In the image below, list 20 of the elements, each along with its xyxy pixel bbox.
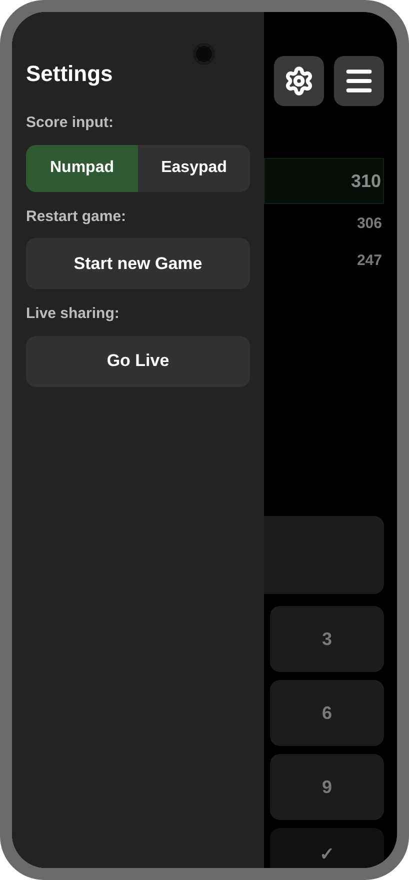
section-label: Restart game: — [26, 206, 128, 226]
settings-icon — [284, 66, 314, 96]
menu-button[interactable] — [334, 56, 384, 106]
keypad-key[interactable]: 6 — [270, 680, 384, 746]
settings-button[interactable] — [274, 56, 324, 106]
action-button[interactable]: Go Live — [26, 336, 250, 386]
segment-option[interactable]: Numpad — [26, 144, 138, 192]
drawer-title: Settings — [26, 60, 114, 88]
action-button[interactable]: Start new Game — [26, 238, 250, 289]
score-row[interactable]: 247 — [264, 243, 384, 280]
score-row[interactable]: 306 — [264, 206, 384, 243]
keypad-key[interactable]: ✓ — [270, 828, 384, 868]
score-row[interactable]: 310 — [264, 158, 384, 204]
score-value: 306 — [356, 214, 383, 234]
score-value: 247 — [356, 251, 383, 272]
keypad-key[interactable]: 3 — [270, 606, 384, 672]
section-label: Live sharing: — [26, 304, 120, 324]
keypad-key[interactable]: 9 — [270, 754, 384, 820]
section-label: Score input: — [26, 113, 115, 133]
score-value: 310 — [350, 170, 382, 192]
